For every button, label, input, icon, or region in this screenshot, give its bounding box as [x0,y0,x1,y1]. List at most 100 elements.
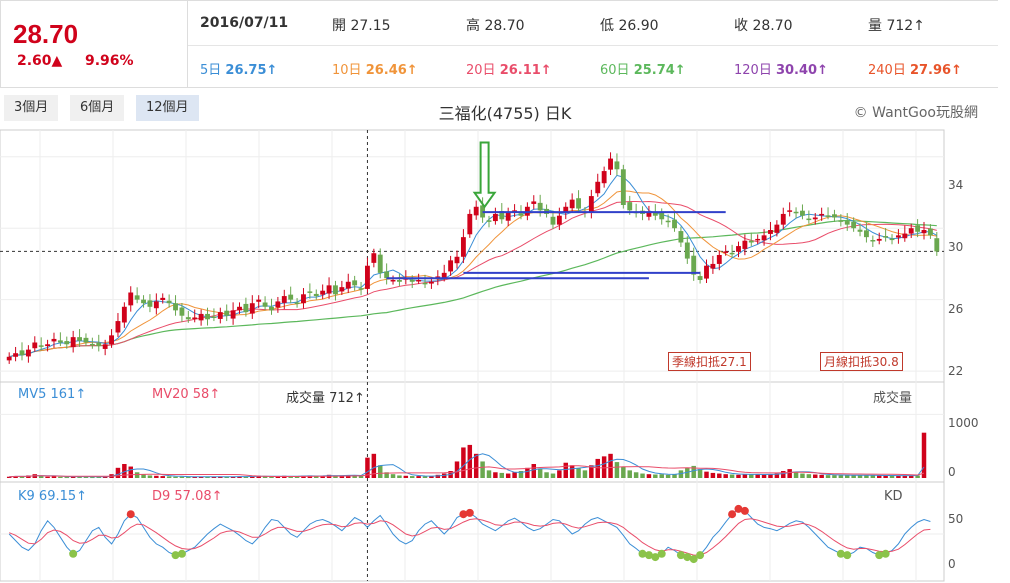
candle-body [64,341,70,345]
volume-bar [614,462,620,478]
candle-body [620,169,626,205]
candle-body [428,281,434,284]
candle-body [518,213,524,216]
volume-bar [569,465,575,478]
candle-body [128,292,134,306]
kd-tick-0: 0 [948,557,956,571]
candle-body [70,337,76,348]
candle-body [141,299,146,304]
candle-body [467,213,473,235]
candle-body [576,198,581,209]
volume-bar [723,474,728,478]
volume-bar [742,474,748,478]
candle-body [25,349,31,357]
candle-body [294,302,300,304]
candle-body [505,212,511,221]
month-line-deduction-note: 月線扣抵30.8 [820,352,903,371]
volume-bar [857,475,863,478]
kd-oversold-marker [843,551,852,560]
volume-bar [134,472,140,478]
volume-bar [582,470,588,478]
candle-body [614,161,620,170]
volume-bar [160,476,165,478]
candle-body [409,279,415,282]
candle-body [217,312,223,319]
volume-bar [627,470,632,478]
volume-bar [64,477,70,479]
volume-bar [166,476,172,478]
candle-body [556,215,562,225]
volume-bar [531,464,537,478]
candle-body [249,303,255,314]
kd-oversold-marker [69,549,78,558]
candle-body [390,280,396,282]
volume-bar [870,475,876,478]
volume-bar [781,471,786,478]
candle-body [819,213,825,216]
candle-body [51,338,57,342]
price-tick-26: 26 [948,302,964,316]
candle-body [237,306,242,311]
volume-bar [601,456,607,478]
volume-bar [819,474,824,478]
candle-body [416,280,422,282]
candle-body [921,230,927,234]
candle-body [537,202,543,211]
candle-body [13,353,19,357]
volume-bar [563,462,568,478]
candle-body [934,238,940,252]
candle-body [716,255,722,264]
volume-bar [378,465,383,478]
candle-body [326,285,332,294]
candle-body [454,256,460,264]
volume-bar [186,477,191,479]
volume-bar [576,468,581,478]
price-tick-34: 34 [948,178,964,192]
candle-body [384,271,390,279]
kd-oversold-marker [657,549,666,558]
volume-bar [825,475,831,478]
volume-bar [717,473,722,478]
volume-bar [787,469,792,478]
candle-body [780,213,786,225]
candle-body [19,350,25,355]
volume-bar [633,472,639,478]
price-tick-22: 22 [948,364,964,378]
candle-body [761,235,767,241]
volume-bar [493,472,498,478]
volume-bar [665,474,671,478]
candle-body [902,233,908,239]
candle-body [307,291,313,293]
candle-body [908,228,914,234]
candle-body [352,280,358,286]
kd-oversold-marker [177,549,186,558]
volume-bar [876,475,882,478]
volume-mv5-line [9,453,925,478]
candle-body [627,202,633,211]
volume-bar [512,472,517,478]
volume-bar [173,476,178,478]
candle-body [569,199,575,209]
candle-body [806,218,812,221]
candle-body [256,299,262,302]
candle-body [550,216,556,225]
volume-bar [697,469,703,478]
volume-bar [704,471,709,478]
candle-body [889,238,895,241]
volume-tick-0: 0 [948,465,956,479]
candle-body [83,337,89,343]
candle-body [915,225,921,232]
volume-bar [761,474,767,478]
volume-bar [45,476,50,478]
candle-body [198,313,204,321]
volume-bar [480,461,485,478]
candle-body [448,260,454,272]
candle-body [588,196,594,213]
candle-body [243,303,249,313]
candle-body [774,224,780,233]
volume-tick-1000: 1000 [948,416,979,430]
kd-panel-name: KD [884,489,903,504]
volume-bar [544,472,549,478]
volume-bar [147,475,153,478]
volume-bar [416,476,421,478]
